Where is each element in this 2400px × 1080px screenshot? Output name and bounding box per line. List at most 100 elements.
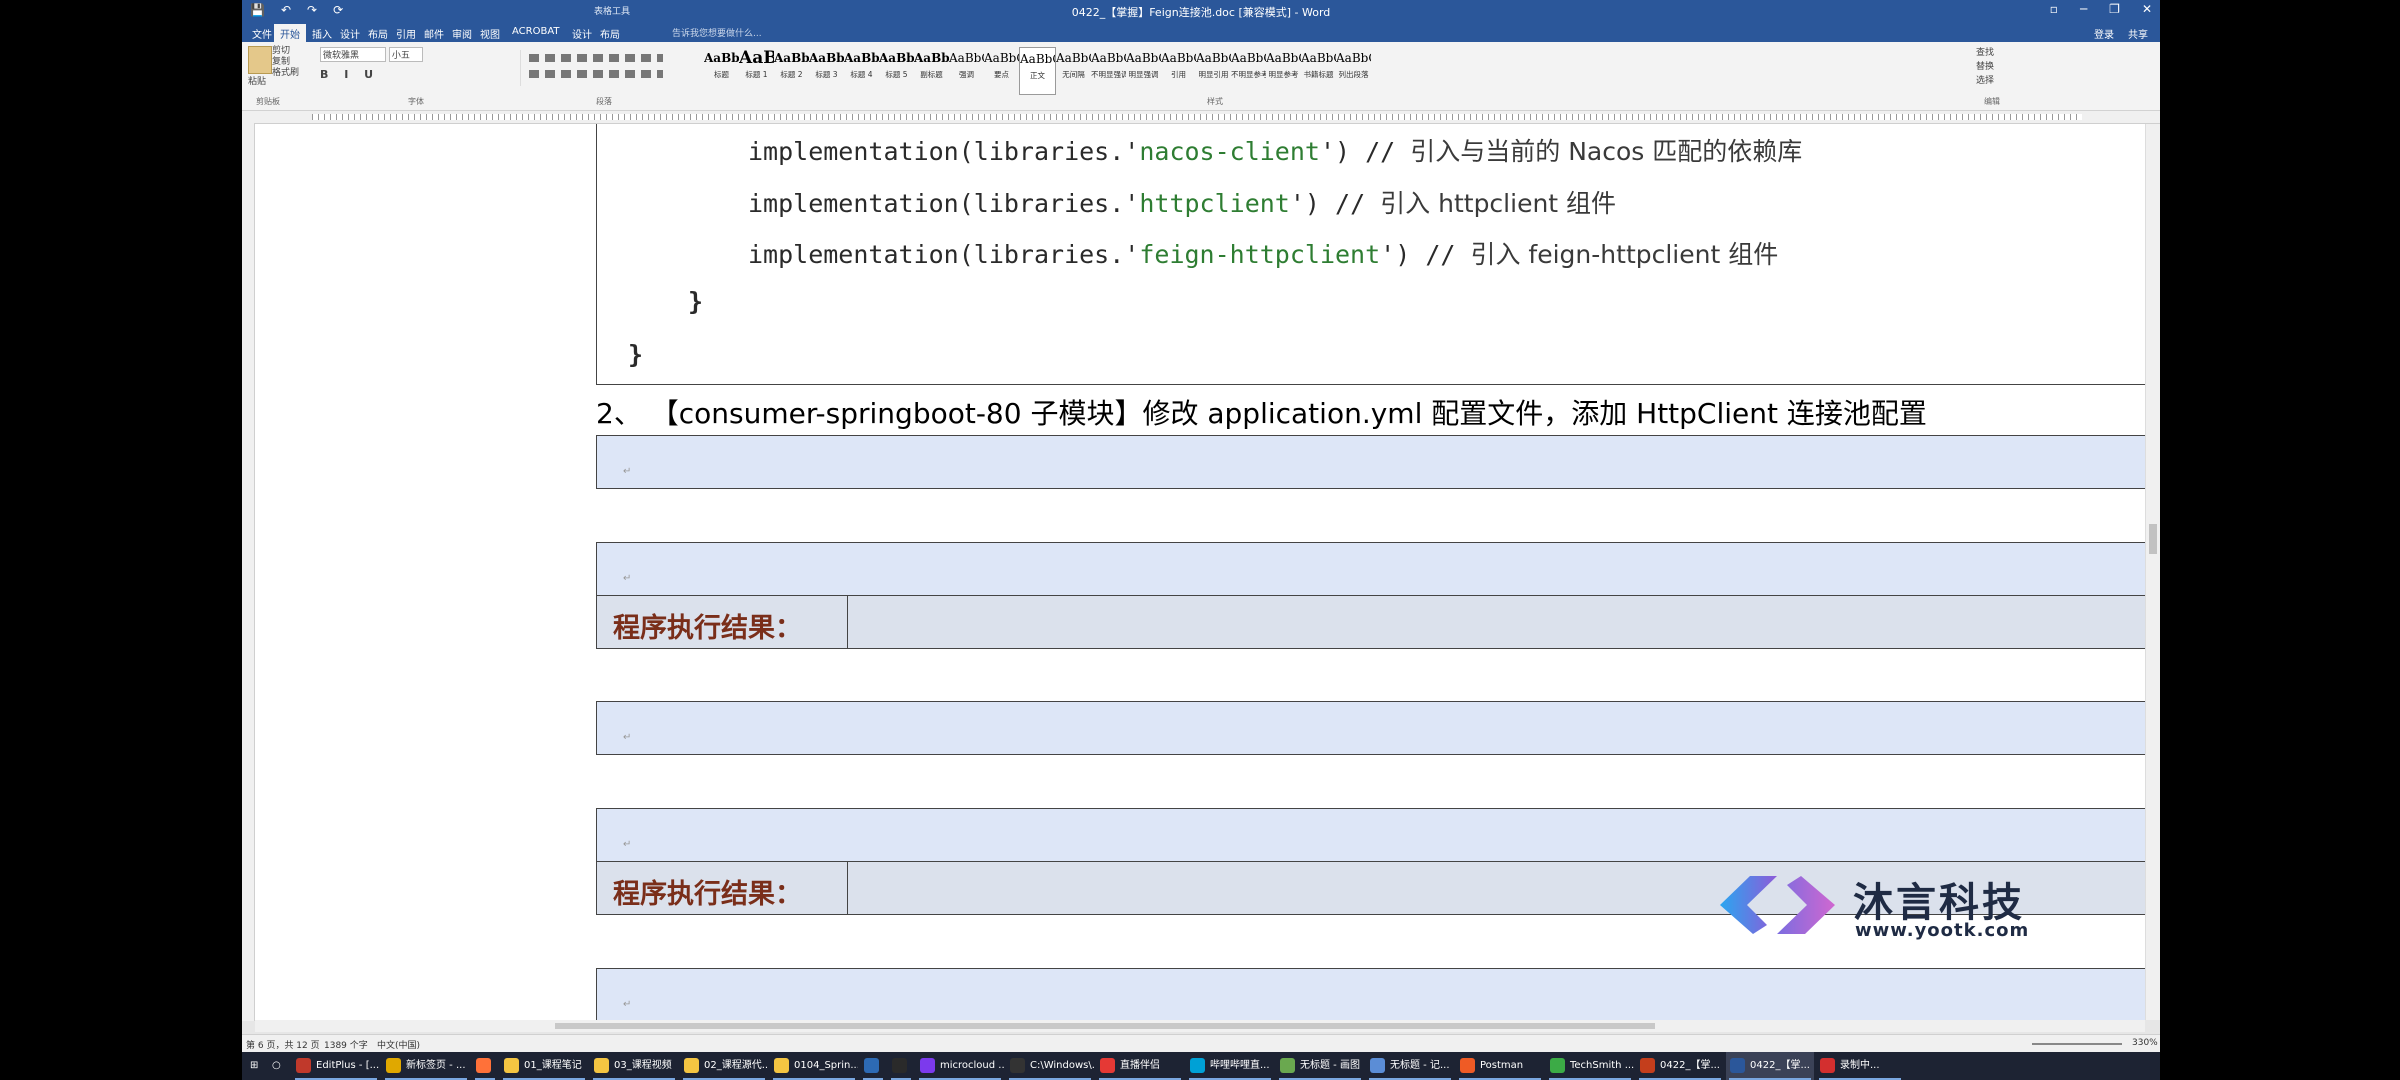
result-label-cell[interactable]: 程序执行结果： [597,596,848,648]
taskbar-app-button[interactable]: EditPlus - [... [292,1052,380,1080]
table-row[interactable]: ↵ [597,436,2145,488]
tab-table-design[interactable]: 设计 [572,26,592,41]
style-gallery-item[interactable]: AaBbCcDc 正文 [1019,47,1056,95]
tab-layout[interactable]: 布局 [368,26,388,41]
font-size-select[interactable]: 小五 [388,47,423,62]
code-line-2[interactable]: implementation(libraries.'httpclient') /… [748,184,1616,220]
style-gallery-item[interactable]: AaBbCcI 明显参考 [1266,47,1301,93]
style-gallery-item[interactable]: AaBbC 标题 5 [879,47,914,93]
code-table-2[interactable]: ↵ [596,701,2145,755]
result-label-cell[interactable]: 程序执行结果： [597,862,848,914]
tab-view[interactable]: 视图 [480,26,500,41]
horizontal-scrollbar[interactable] [255,1020,2145,1032]
code-outer-brace[interactable]: } [628,340,643,369]
taskbar-app-button[interactable] [472,1052,498,1080]
ribbon-display-icon[interactable]: ▫ [2050,2,2058,16]
replace-button[interactable]: 替换 [1976,60,1994,74]
horizontal-ruler[interactable] [242,111,2160,124]
style-gallery-item[interactable]: AaBbCcDc 明显强调 [1126,47,1161,93]
font-name-select[interactable]: 微软雅黑 [320,47,386,62]
taskbar-app-button[interactable]: 录制中... [1816,1052,1904,1080]
format-painter-button[interactable]: 格式刷 [272,68,299,79]
table-row[interactable]: ↵ [597,702,2145,754]
result-value-cell[interactable] [848,596,2145,648]
tab-insert[interactable]: 插入 [312,26,332,41]
style-gallery-item[interactable]: AaBbC 标题 [704,47,739,93]
scroll-thumb[interactable] [2149,524,2157,554]
code-inner-brace[interactable]: } [688,287,703,316]
copy-button[interactable]: 复制 [272,57,299,68]
signin-link[interactable]: 登录 [2094,26,2114,41]
style-gallery-item[interactable]: AaBbCcDc 列出段落 [1336,47,1371,93]
tab-file[interactable]: 文件 [252,26,272,41]
taskbar-app-button[interactable]: 哔哩哔哩直... [1186,1052,1274,1080]
style-gallery-item[interactable]: AaBbCcDc 无间隔 [1056,47,1091,93]
tab-table-layout[interactable]: 布局 [600,26,620,41]
tab-review[interactable]: 审阅 [452,26,472,41]
taskbar-app-button[interactable]: 直播伴侣 [1096,1052,1184,1080]
taskbar-app-button[interactable]: 0422_【掌... [1636,1052,1724,1080]
taskbar-app-button[interactable]: 无标题 - 画图 [1276,1052,1364,1080]
language-indicator[interactable]: 中文(中国) [377,1038,420,1051]
select-button[interactable]: 选择 [1976,74,1994,88]
taskbar-app-button[interactable]: 新标签页 - ... [382,1052,470,1080]
tab-design[interactable]: 设计 [340,26,360,41]
share-button[interactable]: 共享 [2128,26,2148,41]
close-icon[interactable]: ✕ [2142,2,2152,16]
paste-button[interactable] [248,46,272,74]
restore-icon[interactable]: ❐ [2109,2,2120,16]
vertical-ruler[interactable] [242,123,255,1021]
style-gallery-item[interactable]: AaBb(标题 3 [809,47,844,93]
taskbar-app-button[interactable]: 03_课程视频 [590,1052,678,1080]
taskbar-app-button[interactable]: TechSmith ... [1546,1052,1634,1080]
hscroll-thumb[interactable] [555,1023,1655,1029]
tab-references[interactable]: 引用 [396,26,416,41]
style-gallery-item[interactable]: AaBbCcDc 引用 [1161,47,1196,93]
taskbar-app-button[interactable]: C:\Windows\... [1006,1052,1094,1080]
zoom-slider[interactable] [2032,1043,2122,1045]
paragraph-buttons[interactable] [529,54,663,62]
find-button[interactable]: 查找 [1976,46,1994,60]
style-gallery-item[interactable]: AaBb(标题 4 [844,47,879,93]
section-heading[interactable]: 2、 【consumer-springboot-80 子模块】修改 applic… [596,392,1927,432]
tab-acrobat[interactable]: ACROBAT [512,26,560,37]
style-gallery-item[interactable]: AaBbC 副标题 [914,47,949,93]
table-row[interactable]: ↵ [597,969,2145,1020]
code-result-table-1[interactable]: ↵ 程序执行结果： [596,542,2145,649]
style-gallery-item[interactable]: AaBl 标题 1 [739,47,774,93]
style-gallery-item[interactable]: AaBbCcDc 不明显强调 [1091,47,1126,93]
taskbar-app-button[interactable] [888,1052,914,1080]
tab-home[interactable]: 开始 [274,24,306,42]
alignment-buttons[interactable] [529,70,663,78]
page-count[interactable]: 第 6 页，共 12 页 [246,1038,320,1051]
style-gallery-item[interactable]: AaBbCcDc 明显引用 [1196,47,1231,93]
code-line-3[interactable]: implementation(libraries.'feign-httpclie… [748,235,1778,271]
font-format-buttons[interactable]: B I U [320,68,423,81]
table-row[interactable]: 程序执行结果： [597,595,2145,648]
taskbar-app-button[interactable]: microcloud ... [916,1052,1004,1080]
style-gallery-item[interactable]: AaBbCcDt 强调 [949,47,984,93]
zoom-level[interactable]: 330% [2132,1038,2158,1048]
style-gallery-item[interactable]: AaBbCcD 书籍标题 [1301,47,1336,93]
table-row[interactable]: ↵ [597,809,2145,861]
style-gallery-item[interactable]: AaBbCcD 不明显参考 [1231,47,1266,93]
cut-button[interactable]: 剪切 [272,46,299,57]
taskbar-app-button[interactable]: 0422_【掌... [1726,1052,1814,1080]
code-line-1[interactable]: implementation(libraries.'nacos-client')… [748,132,1802,168]
minimize-icon[interactable]: ─ [2080,2,2087,16]
search-icon[interactable]: ○ [268,1052,286,1080]
taskbar-app-button[interactable] [860,1052,886,1080]
style-gallery-item[interactable]: AaBb(标题 2 [774,47,809,93]
word-count[interactable]: 1389 个字 [324,1038,368,1051]
taskbar-app-button[interactable]: 无标题 - 记... [1366,1052,1454,1080]
taskbar-app-button[interactable]: 02_课程源代... [680,1052,768,1080]
taskbar-app-button[interactable]: 01_课程笔记 [500,1052,588,1080]
style-gallery-item[interactable]: AaBbCcD 要点 [984,47,1019,93]
config-table[interactable]: ↵ [596,435,2145,489]
tab-mailings[interactable]: 邮件 [424,26,444,41]
taskbar-app-button[interactable]: 0104_Sprin... [770,1052,858,1080]
start-button[interactable]: ⊞ [242,1052,268,1080]
table-row[interactable]: ↵ [597,543,2145,595]
taskbar-app-button[interactable]: Postman [1456,1052,1544,1080]
vertical-scrollbar[interactable] [2145,124,2160,1020]
